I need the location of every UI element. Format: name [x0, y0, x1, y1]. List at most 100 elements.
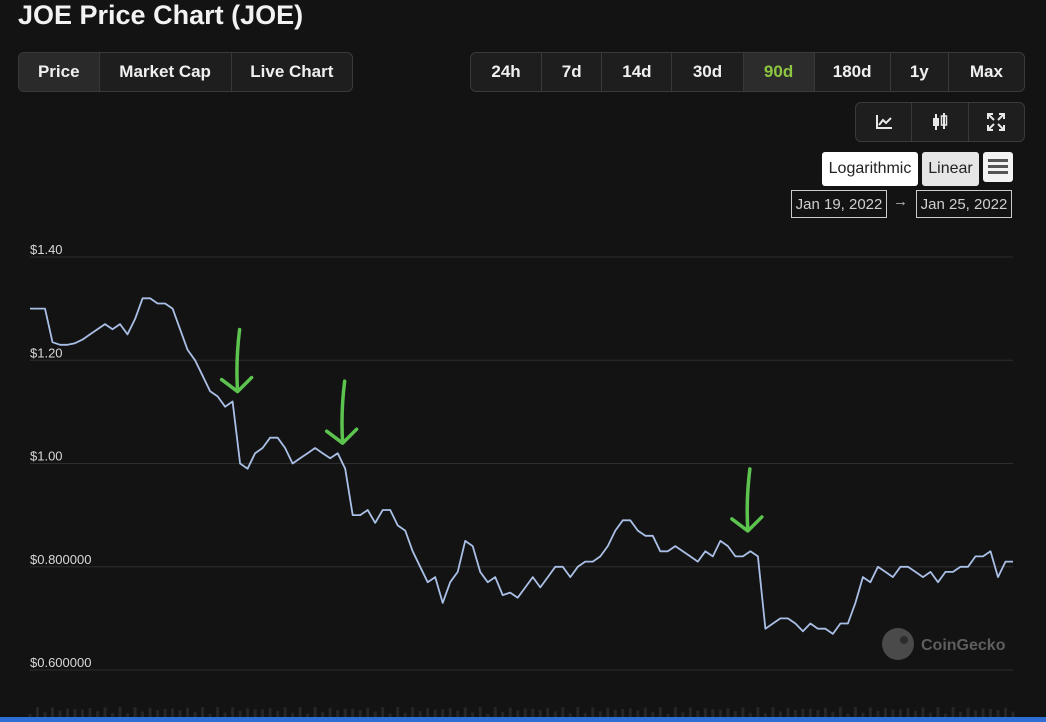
volume-bar: [201, 707, 205, 717]
volume-bar: [553, 711, 557, 717]
y-tick-label: $1.00: [30, 449, 63, 464]
volume-bar: [1003, 707, 1007, 717]
volume-bar: [606, 707, 610, 717]
volume-bar: [163, 708, 167, 717]
volume-bar: [598, 711, 602, 717]
volume-bar: [966, 707, 970, 717]
volume-bar: [238, 710, 242, 717]
volume-bar: [823, 707, 827, 717]
volume-bar: [988, 708, 992, 717]
volume-bar: [816, 710, 820, 717]
volume-bar: [681, 712, 685, 717]
volume-bar: [838, 707, 842, 717]
volume-bar: [231, 707, 235, 717]
volume-bar: [696, 710, 700, 717]
volume-bar: [651, 712, 655, 717]
volume-bar: [936, 707, 940, 717]
volume-bar: [628, 708, 632, 717]
volume-bar: [883, 708, 887, 717]
volume-bar: [343, 708, 347, 717]
volume-bar: [831, 711, 835, 717]
volume-bar: [898, 709, 902, 717]
volume-bar: [298, 707, 302, 717]
volume-bar: [951, 707, 955, 717]
volume-bar: [351, 708, 355, 717]
volume-bar: [853, 707, 857, 717]
volume-bar: [523, 708, 527, 717]
watermark-text: CoinGecko: [921, 637, 1006, 654]
volume-bar: [921, 707, 925, 717]
volume-bar: [366, 707, 370, 717]
y-tick-label: $1.40: [30, 242, 63, 257]
volume-bar: [471, 712, 475, 717]
volume-bar: [891, 709, 895, 717]
coingecko-logo-icon: [882, 628, 914, 660]
volume-bar: [726, 708, 730, 717]
volume-bar: [733, 711, 737, 717]
volume-bar: [186, 707, 190, 717]
annotation-arrow: [324, 379, 359, 445]
volume-bar: [913, 710, 917, 717]
volume-bar: [433, 709, 437, 717]
volume-bar: [561, 707, 565, 717]
volume-bar: [531, 708, 535, 717]
volume-bar: [478, 707, 482, 717]
volume-bar: [643, 707, 647, 717]
volume-bar: [411, 707, 415, 717]
volume-bar: [463, 707, 467, 717]
volume-bar: [96, 711, 100, 717]
volume-bar: [621, 709, 625, 717]
volume-bar: [943, 713, 947, 717]
volume-bar: [388, 713, 392, 717]
volume-bar: [148, 707, 152, 717]
volume-bar: [418, 711, 422, 717]
volume-bar: [73, 709, 77, 717]
volume-bar: [583, 713, 587, 717]
volume-bar: [538, 709, 542, 717]
coingecko-watermark: CoinGecko: [882, 628, 1006, 660]
volume-bar: [118, 707, 122, 717]
volume-bar: [223, 712, 227, 717]
volume-bar: [133, 707, 137, 717]
volume-bar: [906, 708, 910, 717]
volume-bar: [156, 709, 160, 717]
volume-bar: [141, 711, 145, 717]
volume-bar: [126, 713, 130, 717]
volume-bar: [868, 707, 872, 717]
volume-bar: [88, 707, 92, 717]
y-tick-label: $1.20: [30, 345, 63, 360]
volume-bar: [861, 712, 865, 717]
volume-bar: [28, 714, 32, 717]
volume-bar: [448, 708, 452, 717]
volume-bar: [718, 709, 722, 717]
volume-bar: [306, 713, 310, 717]
volume-bar: [981, 708, 985, 717]
volume-bar: [568, 713, 572, 717]
volume-bar: [276, 710, 280, 717]
volume-bar: [673, 707, 677, 717]
volume-bar: [688, 707, 692, 717]
volume-bar: [36, 707, 40, 717]
volume-bar: [996, 709, 1000, 717]
price-line: [30, 297, 1013, 635]
volume-bar: [51, 707, 55, 717]
volume-bar: [876, 710, 880, 717]
volume-bar: [66, 708, 70, 717]
volume-bar: [546, 707, 550, 717]
volume-bar: [846, 713, 850, 717]
volume-bar: [193, 711, 197, 717]
volume-bar: [291, 712, 295, 717]
volume-bar: [1011, 711, 1015, 717]
volume-bar: [666, 713, 670, 717]
volume-bar: [778, 711, 782, 717]
volume-bar: [58, 710, 62, 717]
volume-bar: [493, 707, 497, 717]
volume-bar: [208, 713, 212, 717]
volume-bar: [658, 707, 662, 717]
volume-bar: [748, 712, 752, 717]
volume-bar: [501, 712, 505, 717]
volume-bar: [321, 711, 325, 717]
volume-bar: [808, 708, 812, 717]
volume-bar: [268, 708, 272, 717]
volume-bar: [426, 708, 430, 717]
